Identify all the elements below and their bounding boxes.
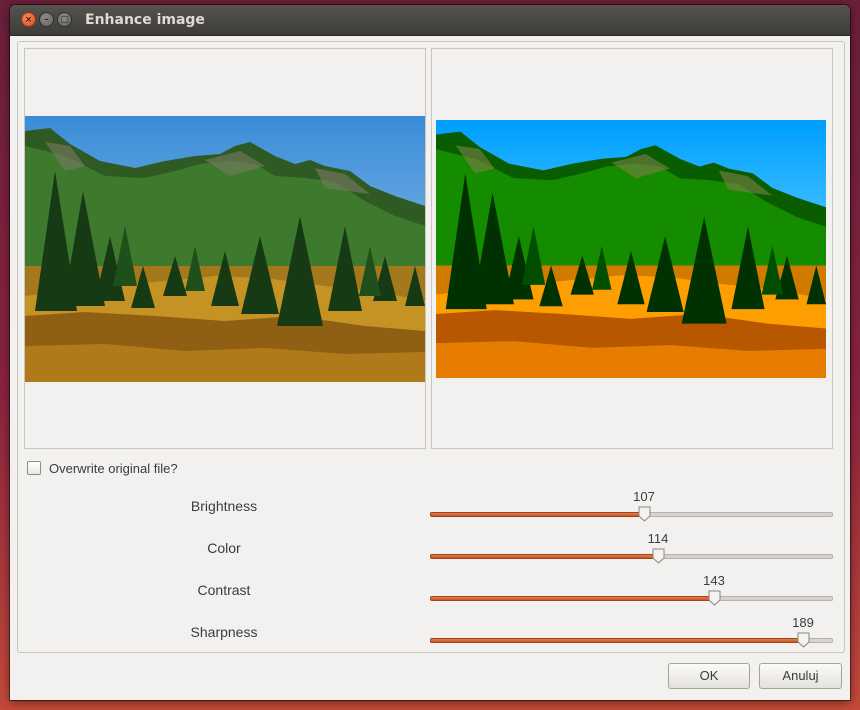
overwrite-option[interactable]: Overwrite original file? — [27, 458, 178, 478]
dialog-content: Overwrite original file? Brightness 107 … — [17, 41, 845, 653]
minimize-window-button[interactable]: – — [39, 12, 54, 27]
enhanced-image — [436, 120, 826, 378]
color-value: 114 — [647, 531, 669, 546]
maximize-window-button[interactable]: □ — [57, 12, 72, 27]
overwrite-checkbox[interactable] — [27, 461, 41, 475]
slider-handle[interactable] — [708, 590, 721, 606]
color-label: Color — [207, 540, 241, 556]
titlebar: × – □ Enhance image — [10, 5, 850, 36]
minimize-icon: – — [44, 15, 49, 25]
slider-handle[interactable] — [638, 506, 651, 522]
slider-fill — [430, 512, 644, 517]
window-title: Enhance image — [85, 12, 205, 28]
close-window-button[interactable]: × — [21, 12, 36, 27]
overwrite-label[interactable]: Overwrite original file? — [49, 461, 178, 476]
ok-button[interactable]: OK — [668, 663, 750, 689]
cancel-button[interactable]: Anuluj — [759, 663, 842, 689]
sharpness-slider[interactable]: 189 — [430, 615, 833, 655]
contrast-label: Contrast — [197, 582, 251, 598]
maximize-icon: □ — [60, 15, 69, 25]
brightness-slider[interactable]: 107 — [430, 489, 833, 529]
sharpness-label: Sharpness — [190, 624, 258, 640]
original-preview-pane — [24, 48, 426, 449]
contrast-slider[interactable]: 143 — [430, 573, 833, 613]
slider-fill — [430, 638, 803, 643]
original-image — [25, 116, 425, 382]
color-slider[interactable]: 114 — [430, 531, 833, 571]
sharpness-value: 189 — [792, 615, 814, 630]
slider-handle[interactable] — [652, 548, 665, 564]
slider-handle[interactable] — [797, 632, 810, 648]
contrast-value: 143 — [703, 573, 725, 588]
enhance-image-dialog: × – □ Enhance image Overwrite original f… — [10, 5, 850, 700]
enhanced-preview-pane — [431, 48, 833, 449]
close-icon: × — [24, 15, 33, 25]
brightness-label: Brightness — [190, 498, 258, 514]
slider-fill — [430, 554, 658, 559]
brightness-value: 107 — [633, 489, 655, 504]
slider-fill — [430, 596, 714, 601]
